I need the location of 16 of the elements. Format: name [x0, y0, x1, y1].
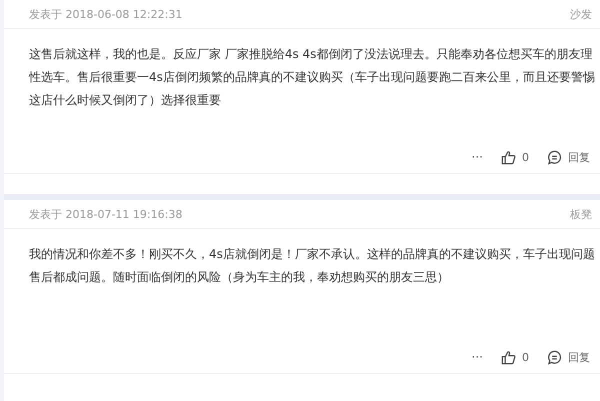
floor-label: 板凳: [570, 206, 592, 222]
comment-text: 这售后就这样，我的也是。反应厂家 厂家推脱给4s 4s都倒闭了没法说理去。只能奉劝各位想买车的朋友理性选车。售后很重要一4s店倒闭频繁的品牌真的不建议购买（车子出现问题要跑二百来公里，而且还要警惕这店什么时候又倒闭了）选择很重要: [28, 46, 596, 109]
thumbs-up-icon: [501, 150, 516, 164]
speech-bubble-icon: [547, 150, 562, 164]
like-button[interactable]: 0: [501, 350, 529, 364]
reply-button[interactable]: 回复: [547, 350, 590, 364]
speech-bubble-icon: [547, 350, 562, 364]
thumbs-up-icon: [501, 350, 516, 364]
like-button[interactable]: 0: [501, 150, 529, 164]
comment-text: 我的情况和你差不多！刚买不久，4s店就倒闭是！厂家不承认。这样的品牌真的不建议购买，车子出现问题售后都成问题。随时面临倒闭的风险（身为车主的我，奉劝想购买的朋友三思）: [28, 246, 596, 286]
more-button[interactable]: ···: [472, 350, 483, 364]
floor-label: 沙发: [570, 6, 592, 22]
more-button[interactable]: ···: [472, 150, 483, 164]
reply-button[interactable]: 回复: [547, 150, 590, 164]
post-date: 发表于 2018-07-11 19:16:38: [29, 206, 182, 222]
post-date: 发表于 2018-06-08 12:22:31: [29, 6, 182, 22]
